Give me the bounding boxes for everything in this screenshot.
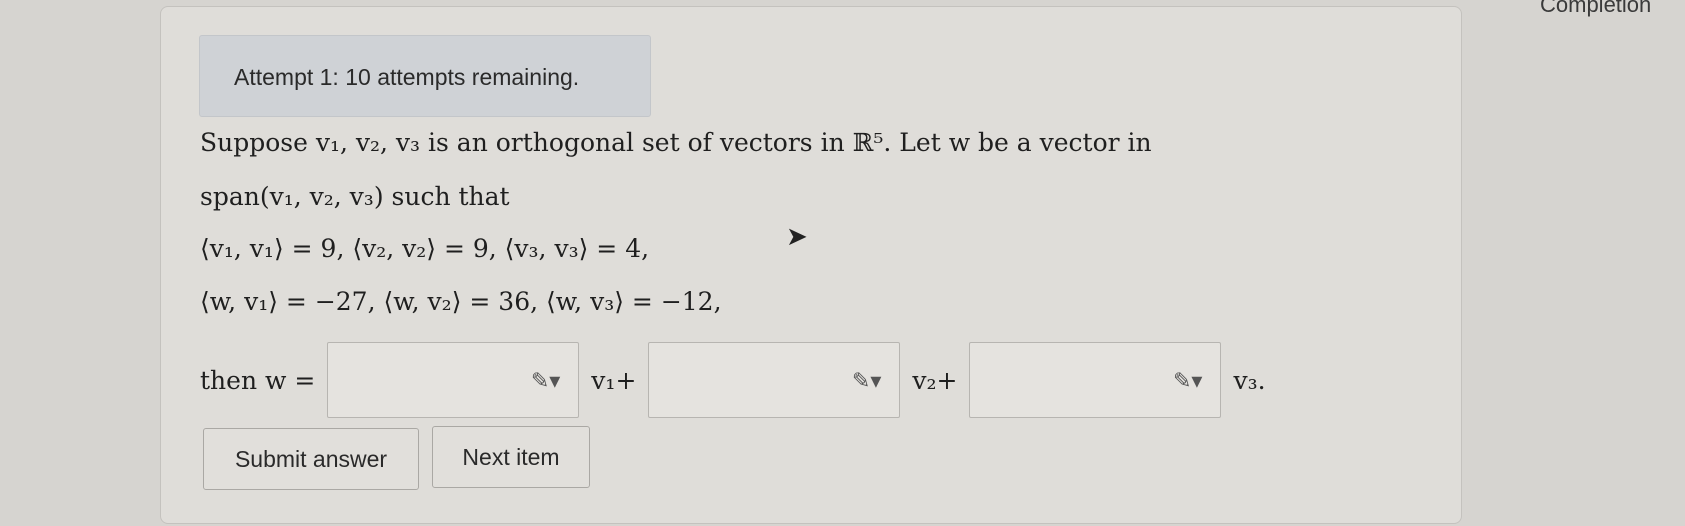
pencil-dropdown-icon[interactable]: ✎▾ xyxy=(531,369,560,394)
problem-line-1: Suppose v₁, v₂, v₃ is an orthogonal set … xyxy=(200,128,1152,157)
next-item-button[interactable]: Next item xyxy=(432,426,590,488)
problem-line-2: span(v₁, v₂, v₃) such that xyxy=(200,182,510,211)
pencil-dropdown-icon[interactable]: ✎▾ xyxy=(1173,369,1202,394)
problem-line-3: ⟨v₁, v₁⟩ = 9, ⟨v₂, v₂⟩ = 9, ⟨v₃, v₃⟩ = 4… xyxy=(200,234,650,263)
pencil-dropdown-icon[interactable]: ✎▾ xyxy=(852,369,881,394)
v2-label: v₂+ xyxy=(912,365,958,395)
problem-line-4: ⟨w, v₁⟩ = −27, ⟨w, v₂⟩ = 36, ⟨w, v₃⟩ = −… xyxy=(200,287,722,316)
then-label: then w = xyxy=(200,365,316,395)
submit-answer-button[interactable]: Submit answer xyxy=(203,428,419,490)
completion-label: Completion xyxy=(1540,0,1652,17)
attempts-banner: Attempt 1: 10 attempts remaining. xyxy=(199,35,651,117)
v1-label: v₁+ xyxy=(591,365,637,395)
coefficient-2-input[interactable]: ✎▾ xyxy=(648,342,901,418)
coefficient-1-input[interactable]: ✎▾ xyxy=(327,342,580,418)
answer-row: then w = ✎▾ v₁+ ✎▾ v₂+ ✎▾ v₃. xyxy=(200,342,1272,418)
coefficient-3-input[interactable]: ✎▾ xyxy=(969,342,1222,418)
v3-label: v₃. xyxy=(1233,365,1266,395)
mouse-cursor-icon: ➤ xyxy=(786,222,808,252)
